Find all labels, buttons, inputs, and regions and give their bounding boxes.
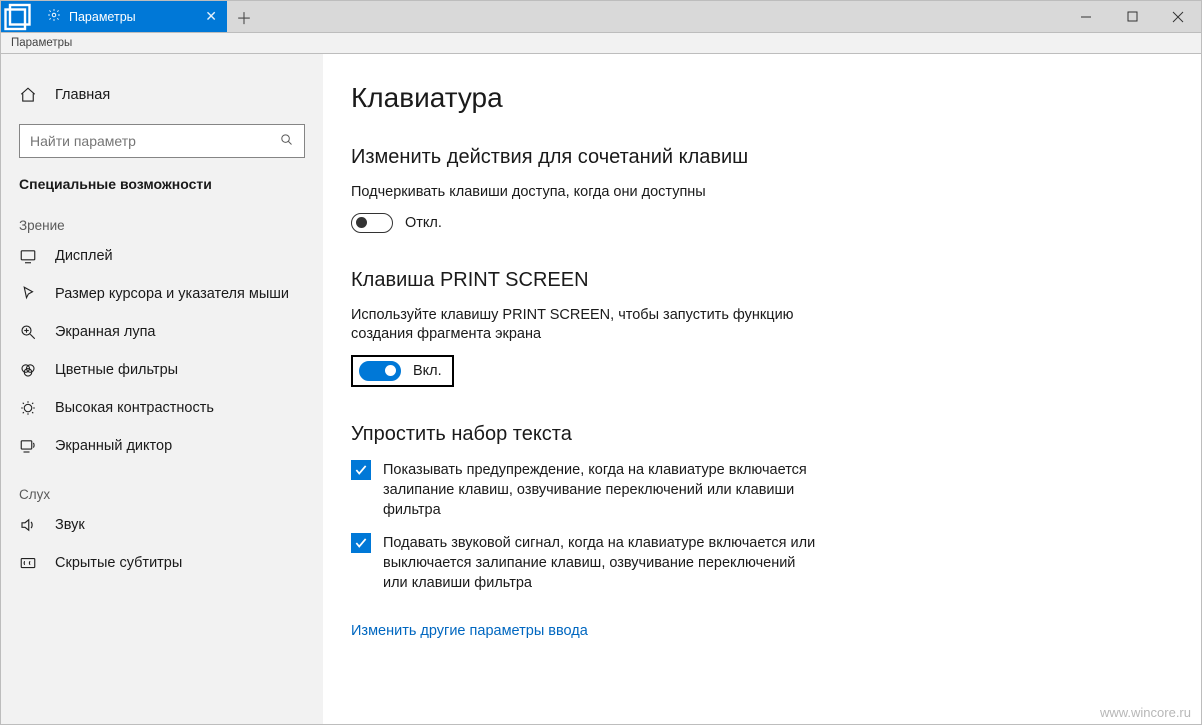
captions-icon — [19, 554, 37, 572]
sidebar-item-contrast[interactable]: Высокая контрастность — [1, 389, 323, 427]
checkbox-checked-icon[interactable] — [351, 533, 371, 553]
narrator-icon — [19, 437, 37, 455]
tab-label: Параметры — [69, 10, 136, 24]
sidebar-item-color-filters[interactable]: Цветные фильтры — [1, 351, 323, 389]
section-shortcuts-desc: Подчеркивать клавиши доступа, когда они … — [351, 183, 811, 203]
sidebar-item-label: Скрытые субтитры — [55, 555, 182, 571]
sidebar-home[interactable]: Главная — [1, 76, 323, 114]
content-area: Клавиатура Изменить действия для сочетан… — [323, 54, 1201, 724]
sidebar-item-label: Дисплей — [55, 248, 113, 264]
toggle-state-label: Откл. — [405, 215, 442, 231]
speaker-icon — [19, 516, 37, 534]
sidebar-item-label: Экранная лупа — [55, 324, 155, 340]
sidebar-item-magnifier[interactable]: Экранная лупа — [1, 313, 323, 351]
checkbox-sound[interactable]: Подавать звуковой сигнал, когда на клави… — [351, 533, 821, 594]
checkbox-label: Показывать предупреждение, когда на клав… — [383, 460, 821, 521]
toggle-printscreen[interactable]: Вкл. — [351, 355, 454, 387]
checkbox-label: Подавать звуковой сигнал, когда на клави… — [383, 533, 821, 594]
sidebar-item-label: Звук — [55, 517, 85, 533]
section-printscreen-title: Клавиша PRINT SCREEN — [351, 269, 1201, 292]
sidebar: Главная Специальные возможности Зрение Д… — [1, 54, 323, 724]
magnifier-icon — [19, 323, 37, 341]
sidebar-category-label: Специальные возможности — [1, 176, 323, 196]
toggle-access-keys[interactable]: Откл. — [351, 213, 1201, 233]
checkbox-checked-icon[interactable] — [351, 460, 371, 480]
search-icon — [279, 132, 294, 151]
breadcrumb-label: Параметры — [11, 37, 72, 49]
sidebar-group-vision: Зрение — [1, 196, 323, 237]
monitor-icon — [19, 247, 37, 265]
tab-settings[interactable]: Параметры ✕ — [37, 1, 227, 32]
tab-close-icon[interactable]: ✕ — [205, 8, 217, 25]
sidebar-item-label: Размер курсора и указателя мыши — [55, 286, 289, 302]
breadcrumb: Параметры — [0, 32, 1202, 54]
page-title: Клавиатура — [351, 82, 1201, 114]
checkbox-warning[interactable]: Показывать предупреждение, когда на клав… — [351, 460, 821, 521]
sidebar-home-label: Главная — [55, 87, 110, 103]
sidebar-item-label: Экранный диктор — [55, 438, 172, 454]
home-icon — [19, 86, 37, 104]
sidebar-item-label: Высокая контрастность — [55, 400, 214, 416]
section-shortcuts-title: Изменить действия для сочетаний клавиш — [351, 146, 1201, 169]
contrast-icon — [19, 399, 37, 417]
link-other-input-settings[interactable]: Изменить другие параметры ввода — [351, 623, 588, 639]
toggle-switch-on[interactable] — [359, 361, 401, 381]
sidebar-item-display[interactable]: Дисплей — [1, 237, 323, 275]
section-simplify-title: Упростить набор текста — [351, 423, 1201, 446]
sidebar-item-captions[interactable]: Скрытые субтитры — [1, 544, 323, 582]
palette-icon — [19, 361, 37, 379]
toggle-state-label: Вкл. — [413, 363, 442, 379]
app-icon — [1, 1, 37, 32]
window-minimize-button[interactable] — [1063, 1, 1109, 32]
sidebar-item-narrator[interactable]: Экранный диктор — [1, 427, 323, 465]
sidebar-item-cursor[interactable]: Размер курсора и указателя мыши — [1, 275, 323, 313]
search-input[interactable] — [30, 133, 279, 149]
window-maximize-button[interactable] — [1109, 1, 1155, 32]
gear-icon — [47, 8, 61, 25]
sidebar-item-sound[interactable]: Звук — [1, 506, 323, 544]
window-close-button[interactable] — [1155, 1, 1201, 32]
cursor-icon — [19, 285, 37, 303]
section-printscreen-desc: Используйте клавишу PRINT SCREEN, чтобы … — [351, 306, 811, 345]
sidebar-group-hearing: Слух — [1, 465, 323, 506]
title-bar: Параметры ✕ ＋ — [0, 0, 1202, 32]
new-tab-button[interactable]: ＋ — [227, 1, 261, 32]
watermark: www.wincore.ru — [1100, 705, 1191, 720]
toggle-switch-off[interactable] — [351, 213, 393, 233]
titlebar-drag-region[interactable] — [261, 1, 1063, 32]
sidebar-item-label: Цветные фильтры — [55, 362, 178, 378]
search-input-wrapper[interactable] — [19, 124, 305, 158]
